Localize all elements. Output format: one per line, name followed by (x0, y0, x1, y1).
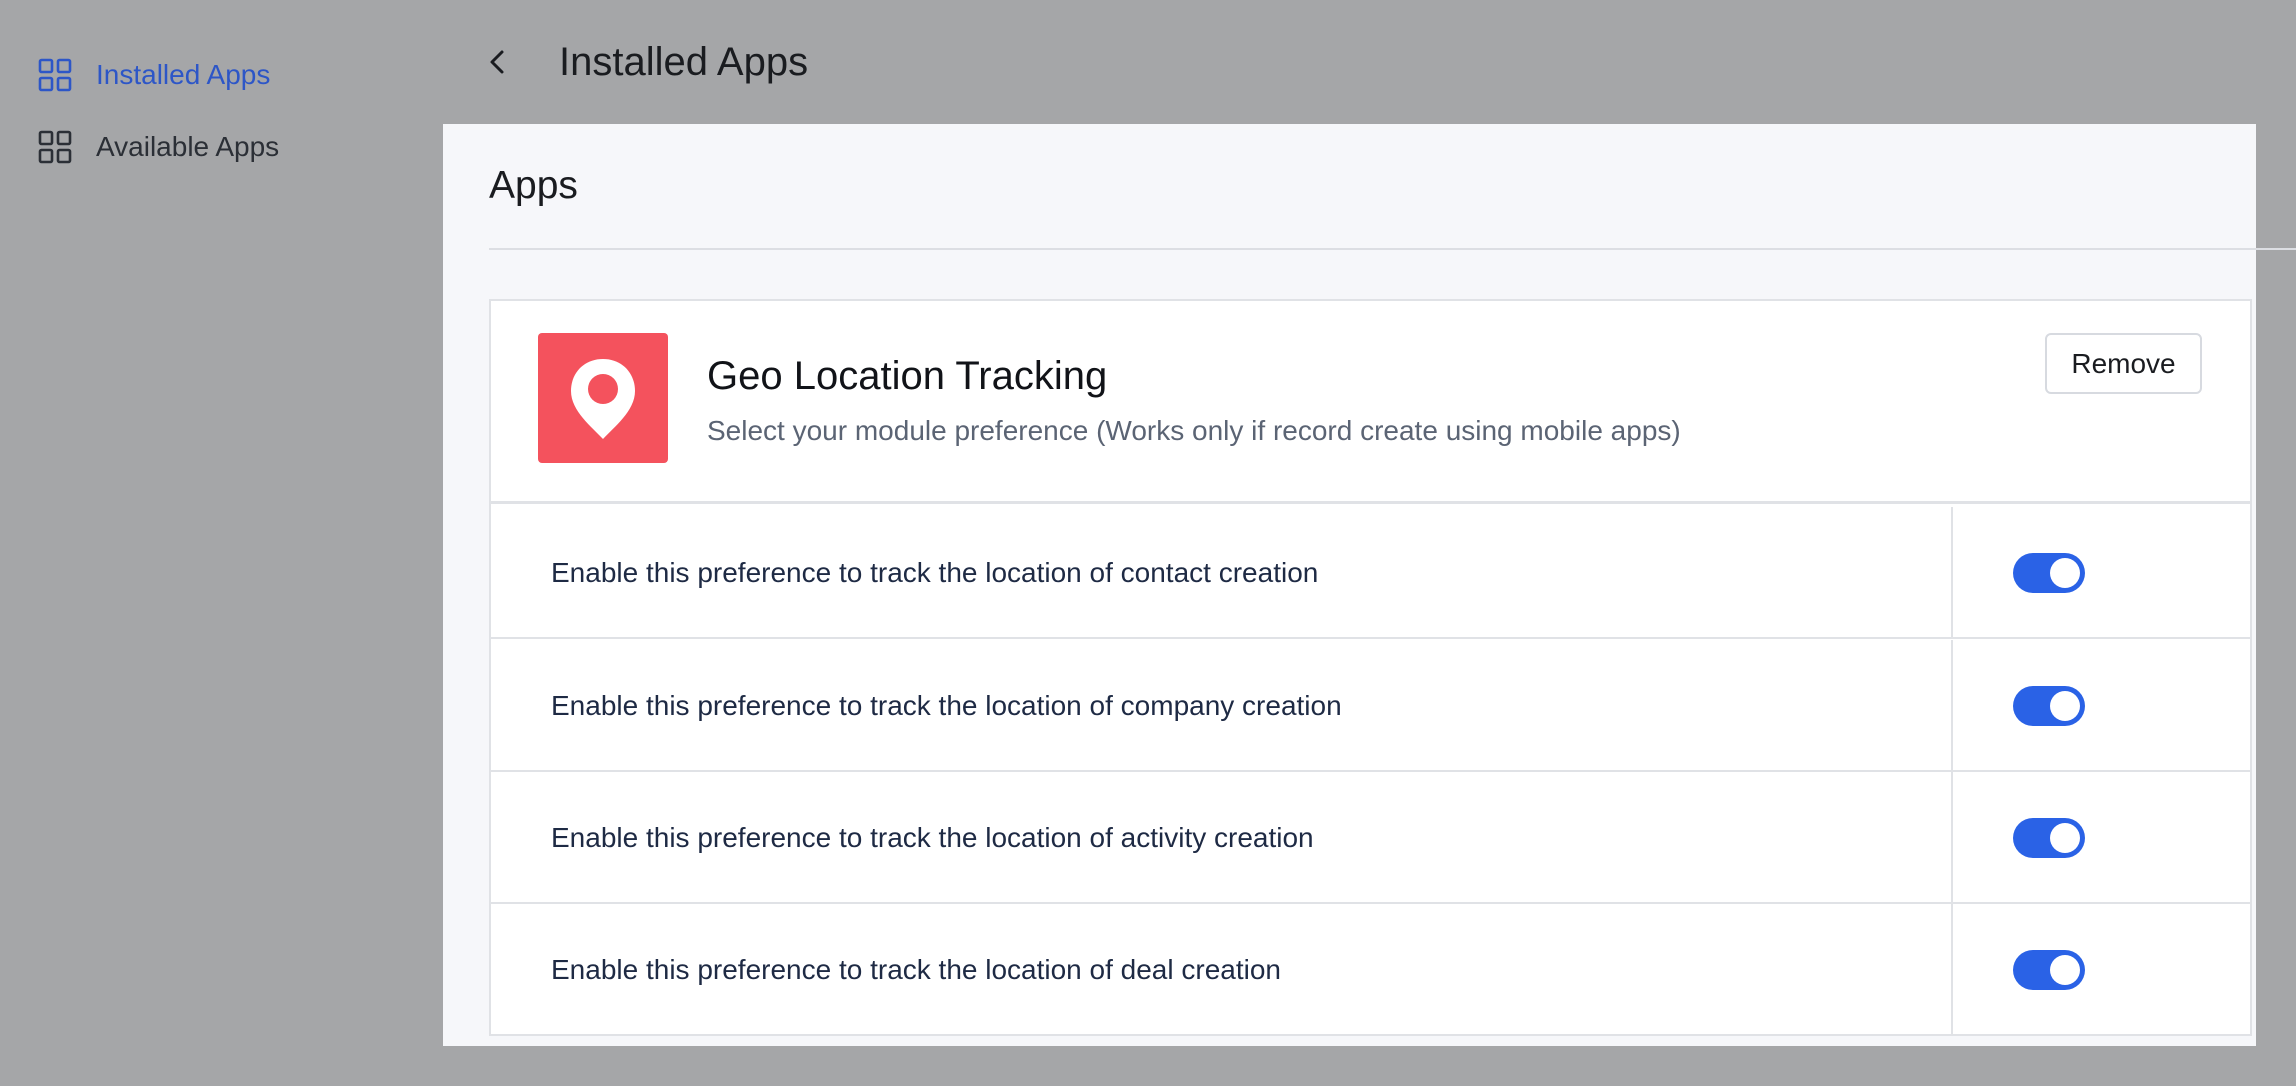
preference-label: Enable this preference to track the loca… (551, 954, 1281, 985)
sidebar-item-label: Installed Apps (96, 59, 271, 90)
preference-row: Enable this preference to track the loca… (491, 507, 2250, 639)
column-divider (1951, 772, 1953, 904)
page-title: Installed Apps (559, 39, 809, 84)
app-description: Select your module preference (Works onl… (707, 415, 1681, 446)
remove-button[interactable]: Remove (2045, 333, 2202, 394)
sidebar: Installed Apps Available Apps (0, 0, 440, 1086)
app-logo (538, 333, 668, 463)
app-name: Geo Location Tracking (707, 354, 1108, 398)
preference-label: Enable this preference to track the loca… (551, 690, 1342, 721)
deal-tracking-toggle[interactable] (2013, 950, 2085, 990)
activity-tracking-toggle[interactable] (2013, 818, 2085, 858)
preference-row: Enable this preference to track the loca… (491, 772, 2250, 904)
contact-tracking-toggle[interactable] (2013, 553, 2085, 593)
toggle-knob (2050, 558, 2080, 588)
chevron-left-icon[interactable] (482, 46, 514, 78)
toggle-knob (2050, 955, 2080, 985)
grid-icon (38, 130, 72, 164)
column-divider (1951, 507, 1953, 639)
apps-panel: Apps Geo Location Tracking Select your m… (443, 124, 2296, 1046)
sidebar-item-available-apps[interactable]: Available Apps (38, 127, 279, 167)
preference-row: Enable this preference to track the loca… (491, 640, 2250, 772)
app-card: Geo Location Tracking Select your module… (489, 299, 2252, 1036)
panel-title: Apps (489, 164, 578, 207)
divider (489, 248, 2296, 250)
preference-label: Enable this preference to track the loca… (551, 557, 1319, 588)
toggle-knob (2050, 823, 2080, 853)
preference-label: Enable this preference to track the loca… (551, 822, 1314, 853)
preference-row: Enable this preference to track the loca… (491, 904, 2250, 1036)
column-divider (1951, 904, 1953, 1036)
location-pin-icon (571, 359, 635, 439)
app-card-header: Geo Location Tracking Select your module… (491, 301, 2250, 504)
page-header: Installed Apps (482, 30, 808, 94)
toggle-knob (2050, 691, 2080, 721)
column-divider (1951, 640, 1953, 772)
company-tracking-toggle[interactable] (2013, 686, 2085, 726)
sidebar-item-label: Available Apps (96, 131, 280, 162)
sidebar-item-installed-apps[interactable]: Installed Apps (38, 55, 270, 95)
grid-icon (38, 58, 72, 92)
